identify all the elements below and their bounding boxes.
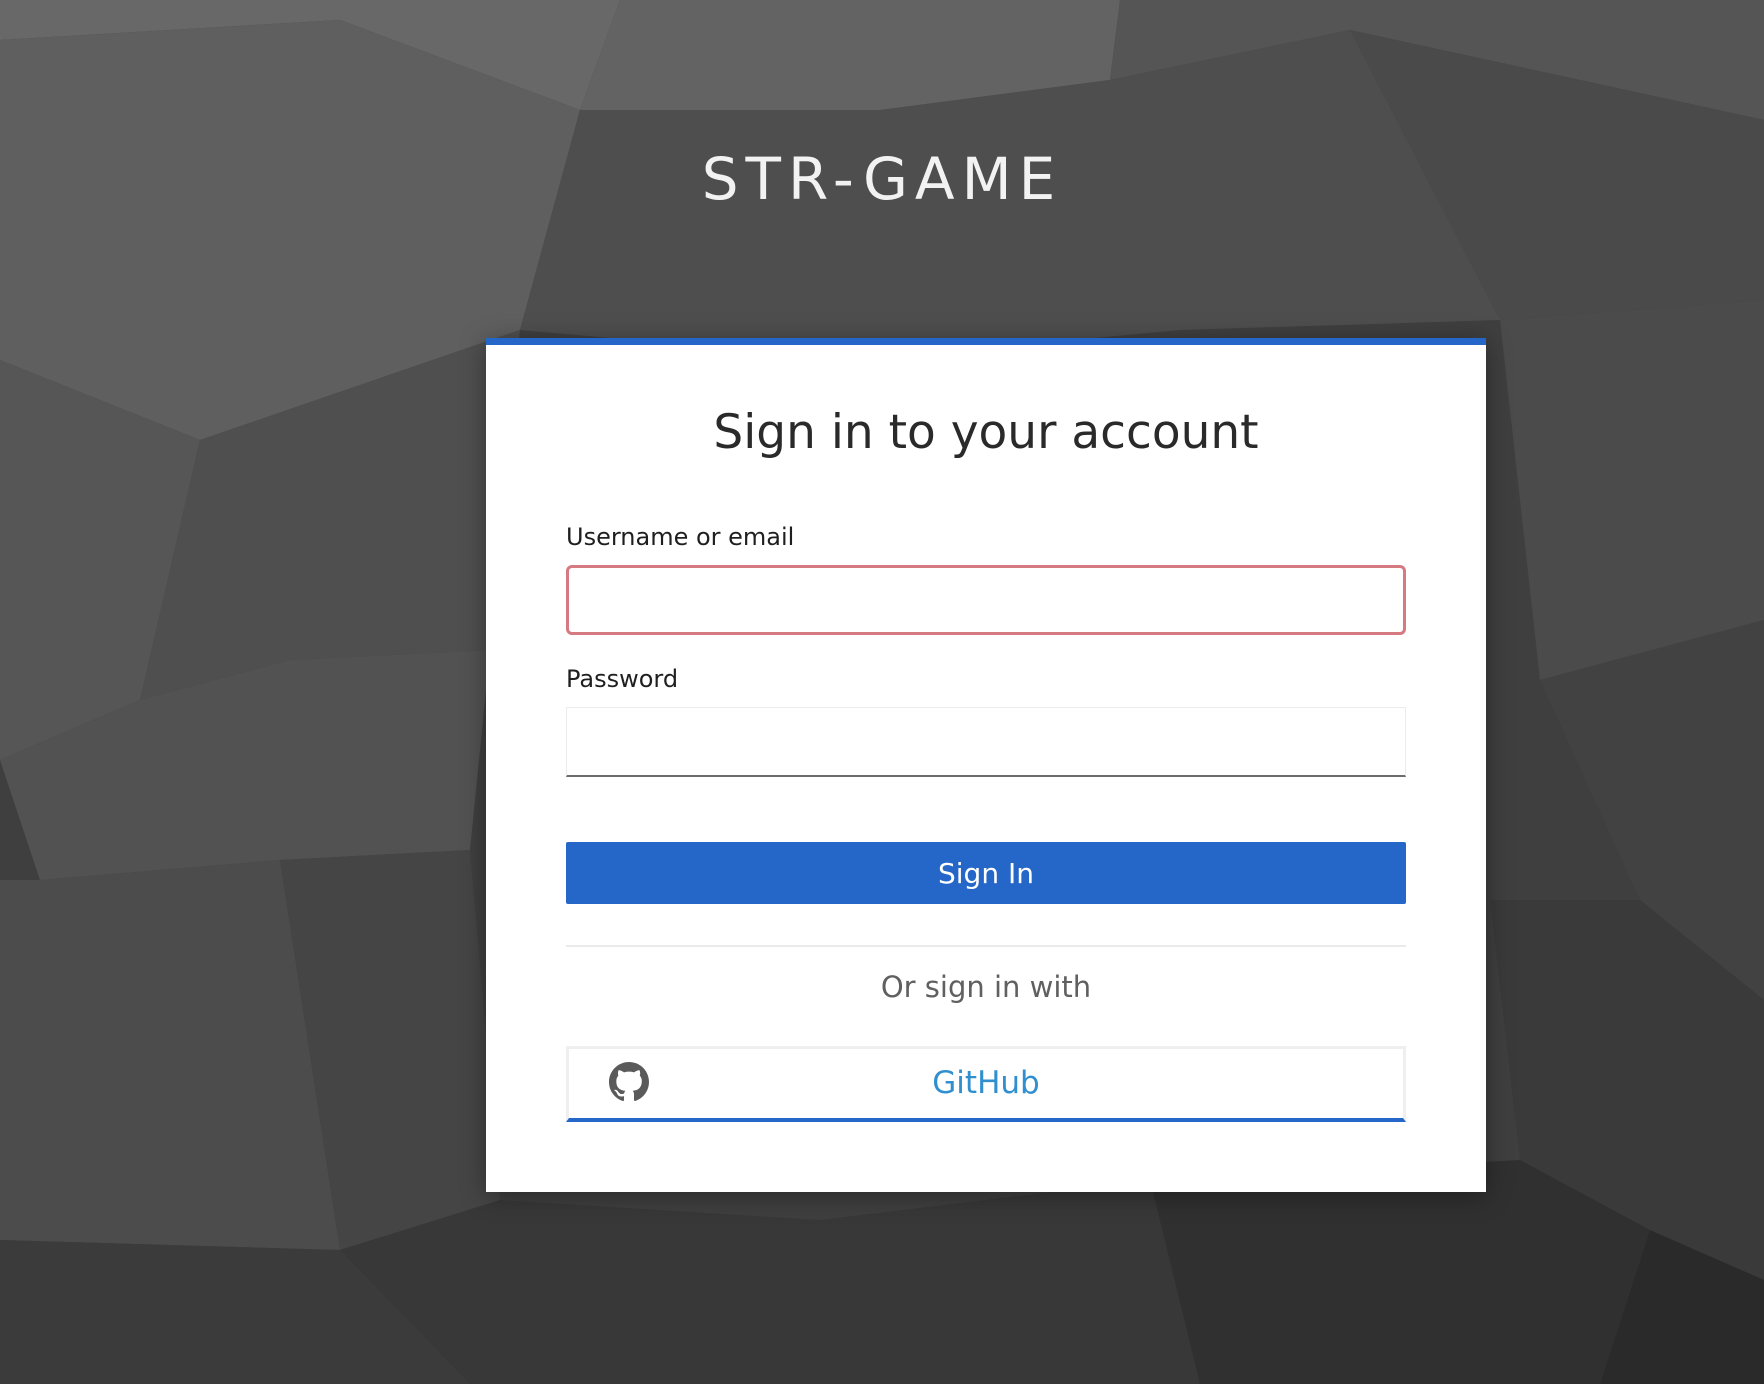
login-heading: Sign in to your account	[713, 405, 1259, 460]
username-label: Username or email	[566, 523, 795, 551]
social-login-label: Or sign in with	[880, 970, 1092, 1004]
password-label: Password	[566, 665, 679, 693]
github-login-label: GitHub	[932, 1065, 1040, 1101]
password-input[interactable]	[566, 707, 1406, 777]
sign-in-button[interactable]: Sign In	[566, 842, 1406, 904]
github-login-button[interactable]: GitHub	[566, 1046, 1406, 1122]
username-input[interactable]	[566, 565, 1406, 635]
divider	[566, 945, 1406, 947]
app-title: STR-GAME	[701, 145, 1063, 213]
login-page: STR-GAME Sign in to your account Usernam…	[0, 0, 1764, 1384]
login-card: Sign in to your account Username or emai…	[486, 338, 1486, 1192]
